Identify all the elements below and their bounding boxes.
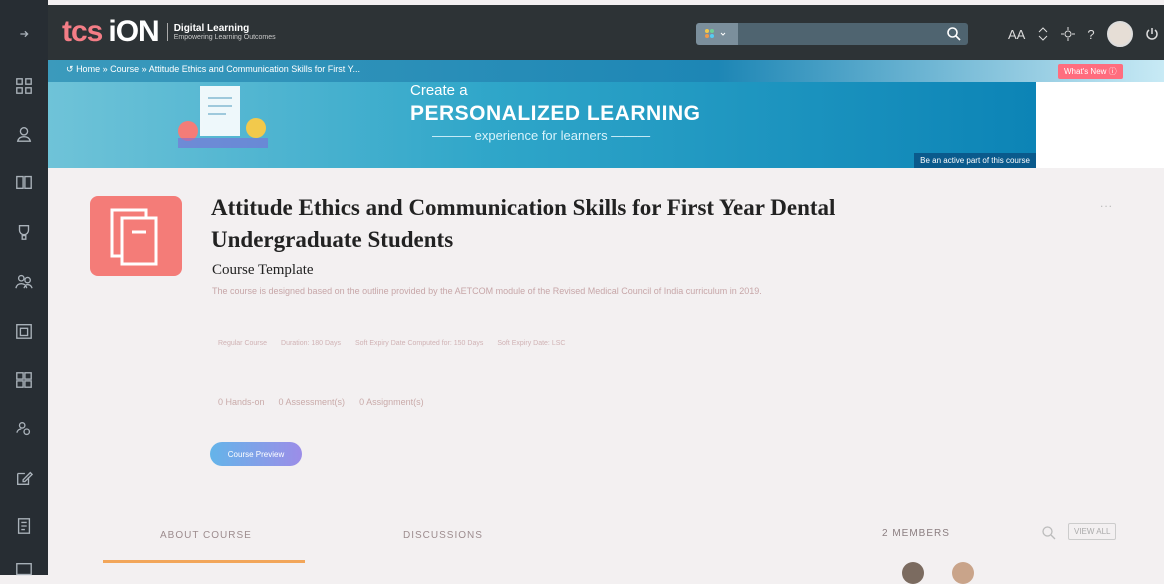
- info-icon: ⓘ: [1108, 67, 1117, 76]
- banner-cta-label[interactable]: Be an active part of this course: [914, 153, 1036, 168]
- apps-dropdown-button[interactable]: [696, 23, 738, 45]
- count-hands-on: 0 Hands-on: [218, 397, 265, 407]
- meta-type: Regular Course: [218, 340, 268, 347]
- active-tab-underline: [103, 560, 305, 563]
- avatar[interactable]: [1106, 21, 1133, 47]
- breadcrumb-home[interactable]: Home: [76, 64, 100, 74]
- document-icon[interactable]: [14, 516, 34, 536]
- whats-new-label: What's New: [1064, 67, 1107, 76]
- back-icon[interactable]: ↺: [66, 64, 74, 74]
- user-icon[interactable]: [14, 124, 34, 144]
- left-sidebar: [0, 0, 48, 576]
- search-icon[interactable]: [946, 26, 962, 42]
- breadcrumb-trail: ↺ Home » Course » Attitude Ethics and Co…: [66, 64, 360, 75]
- tab-discussions[interactable]: DISCUSSIONS: [403, 530, 483, 541]
- breadcrumb-current: Attitude Ethics and Communication Skills…: [148, 64, 360, 74]
- sort-icon[interactable]: [1037, 27, 1049, 41]
- course-counts: 0 Hands-on 0 Assessment(s) 0 Assignment(…: [218, 397, 424, 407]
- edit-icon[interactable]: [14, 468, 34, 488]
- meta-duration: Duration: 180 Days: [281, 340, 341, 347]
- dashboard-icon[interactable]: [14, 76, 34, 96]
- book-icon[interactable]: [14, 172, 34, 192]
- course-meta: Regular Course Duration: 180 Days Soft E…: [218, 340, 565, 347]
- logo-tagline: Digital Learning Empowering Learning Out…: [166, 23, 276, 41]
- logo-tcs-text: tcs: [62, 15, 103, 48]
- count-assessments: 0 Assessment(s): [278, 397, 346, 407]
- tcs-ion-logo[interactable]: tcs iON Digital Learning Empowering Lear…: [62, 17, 276, 47]
- breadcrumb: ↺ Home » Course » Attitude Ethics and Co…: [48, 60, 1164, 82]
- course-description: The course is designed based on the outl…: [212, 286, 762, 296]
- member-avatar[interactable]: [952, 562, 974, 584]
- course-thumbnail: [90, 196, 182, 276]
- breadcrumb-sep: »: [102, 64, 108, 74]
- banner-line-2: PERSONALIZED LEARNING: [410, 102, 701, 125]
- course-title: Attitude Ethics and Communication Skills…: [211, 195, 836, 252]
- breadcrumb-sep: »: [141, 64, 147, 74]
- power-icon[interactable]: [1145, 27, 1159, 41]
- breadcrumb-course[interactable]: Course: [110, 64, 139, 74]
- members-count: 2 MEMBERS: [882, 528, 950, 539]
- whats-new-button[interactable]: What's New ⓘ: [1058, 64, 1123, 79]
- course-subtitle: Course Template: [212, 262, 314, 278]
- logo-ion-text: iON: [108, 15, 159, 48]
- font-size-icon[interactable]: AA: [1008, 27, 1025, 42]
- settings-icon[interactable]: [1061, 27, 1076, 41]
- meta-soft-expiry-computed: Soft Expiry Date Computed for: 150 Days: [354, 340, 484, 347]
- tab-about-course[interactable]: ABOUT COURSE: [160, 530, 252, 541]
- banner-line-1: Create a: [410, 82, 468, 99]
- trophy-icon[interactable]: [14, 222, 34, 242]
- help-icon[interactable]: ?: [1087, 27, 1094, 42]
- collapse-arrow-icon[interactable]: [14, 24, 34, 44]
- search-input[interactable]: [738, 23, 968, 45]
- course-preview-button[interactable]: Course Preview: [210, 442, 302, 466]
- logo-tagline-sub: Empowering Learning Outcomes: [173, 34, 276, 41]
- view-all-members-button[interactable]: VIEW ALL: [1068, 523, 1117, 540]
- topbar-actions: AA ?: [1008, 21, 1159, 47]
- meta-soft-expiry: Soft Expiry Date: LSC: [497, 340, 566, 347]
- id-card-icon[interactable]: [14, 560, 34, 580]
- grid-icon[interactable]: [14, 370, 34, 390]
- book-stack-icon: [110, 208, 158, 266]
- member-avatar[interactable]: [902, 562, 924, 584]
- top-bar: tcs iON Digital Learning Empowering Lear…: [48, 5, 1164, 60]
- banner-right-space: [1036, 82, 1164, 168]
- groups-icon[interactable]: [14, 419, 34, 439]
- member-search-icon[interactable]: [1041, 525, 1057, 541]
- more-options-button[interactable]: ...: [1100, 196, 1113, 210]
- banner-line-3: ——— experience for learners ———: [432, 128, 651, 143]
- banner-illustration: [178, 86, 268, 148]
- apps-grid-icon: [705, 29, 726, 38]
- calendar-icon[interactable]: [14, 321, 34, 341]
- count-assignments: 0 Assignment(s): [359, 397, 424, 407]
- users-icon[interactable]: [14, 271, 34, 291]
- logo-tagline-title: Digital Learning: [173, 23, 250, 34]
